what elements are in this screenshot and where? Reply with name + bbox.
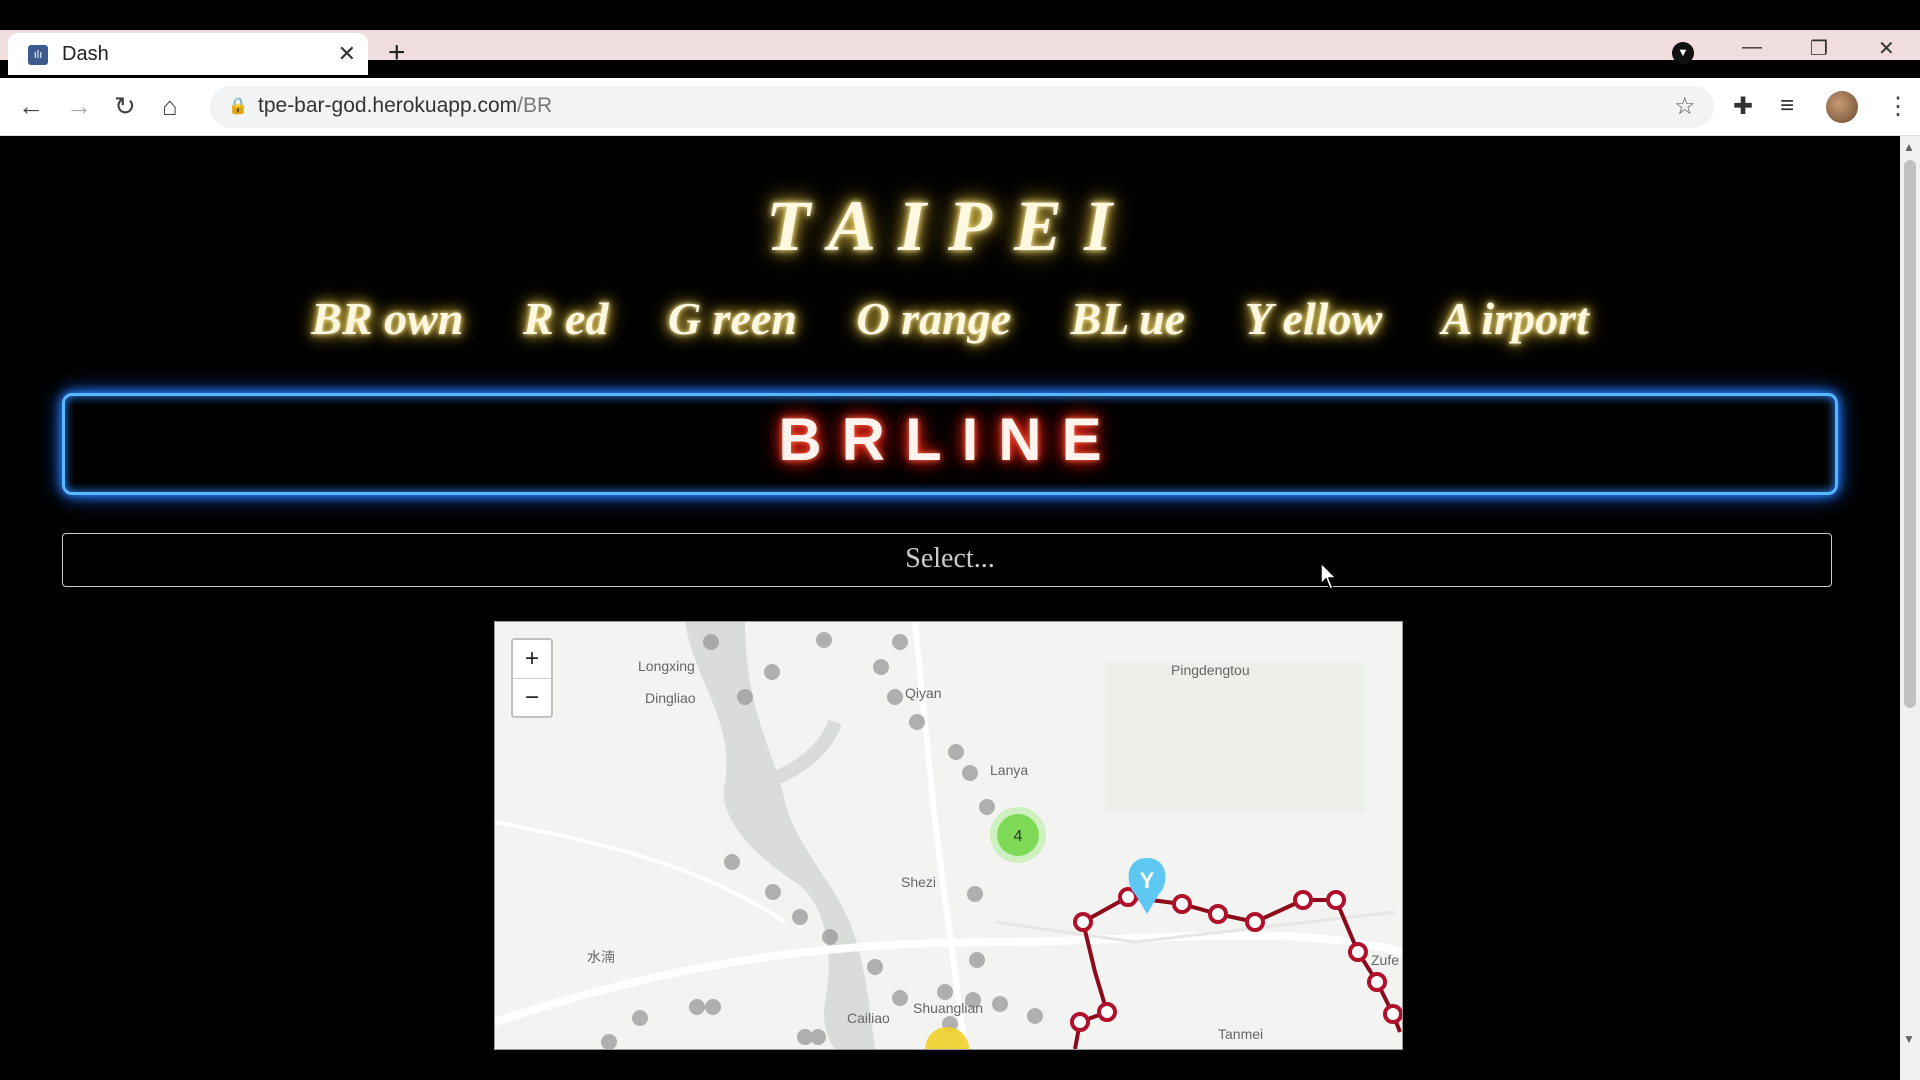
map-label: Longxing [638,658,695,674]
scrollbar-thumb[interactable] [1904,160,1916,708]
line-link-brown[interactable]: BR own [311,293,463,344]
line-nav: BR own R ed G reen O range BL ue Y ellow… [0,292,1900,345]
lock-icon[interactable]: 🔒 [228,96,248,116]
map-label: 水湳 [587,949,615,965]
line-title: BRLINE [778,406,1122,473]
bookmark-star-icon[interactable]: ☆ [1674,92,1696,121]
map-label: Pingdengtou [1171,662,1250,678]
back-icon[interactable]: ← [18,92,44,120]
zoom-out-button[interactable]: − [513,679,551,717]
line-link-airport[interactable]: A irport [1442,293,1589,344]
dash-favicon-icon: ılı [28,45,48,65]
map[interactable]: 4 Y Longxing Dingliao Qiyan Pingdengtou … [494,621,1403,1050]
map-label: Zufe [1371,952,1400,968]
reload-icon[interactable]: ↻ [114,92,136,120]
page-title: TAIPEI [765,186,1135,266]
select-placeholder[interactable]: Select... [0,543,1900,575]
browser-menu-icon[interactable]: ⋮ [1886,92,1910,121]
map-label: Dingliao [645,690,696,706]
media-control-icon[interactable]: ≡ [1780,92,1794,120]
map-label: Shuanglian [913,1000,984,1016]
extensions-icon[interactable]: ✚ [1733,92,1753,121]
scroll-down-icon[interactable]: ▼ [1903,1032,1915,1046]
line-link-orange[interactable]: O range [857,293,1012,344]
brown-line-stations[interactable] [1070,887,1402,1032]
line-link-blue[interactable]: BL ue [1071,293,1186,344]
restore-icon[interactable]: ❐ [1810,36,1828,61]
road [495,820,787,924]
line-link-green[interactable]: G reen [668,293,797,344]
close-tab-icon[interactable]: ✕ [338,41,356,67]
river [685,622,875,1049]
profile-avatar[interactable] [1826,91,1858,123]
home-icon[interactable]: ⌂ [162,92,178,120]
cluster-count: 4 [1014,828,1023,845]
map-canvas[interactable]: 4 Y [495,622,1402,1049]
forward-icon[interactable]: → [66,92,92,120]
map-label: Cailiao [847,1010,890,1026]
line-link-red[interactable]: R ed [523,293,609,344]
map-label: Tanmei [1218,1026,1264,1042]
park-area [1105,662,1365,812]
close-window-icon[interactable]: ✕ [1878,36,1895,61]
minimize-icon[interactable]: — [1742,36,1762,59]
map-label: Shezi [901,874,937,890]
bar-glass-icon: Y [1140,868,1155,893]
map-label: Lanya [990,762,1029,778]
tab-title: Dash [62,43,109,65]
url-text[interactable]: tpe-bar-god.herokuapp.com/BR [258,94,552,118]
mouse-cursor-icon [1320,562,1338,590]
browser-tab[interactable]: ılı Dash ✕ [8,33,368,75]
new-tab-button[interactable]: + [388,38,406,68]
zoom-control: + − [511,638,553,718]
zoom-in-button[interactable]: + [513,640,551,679]
line-link-yellow[interactable]: Y ellow [1245,293,1383,344]
scroll-up-icon[interactable]: ▲ [1903,140,1915,154]
tab-search-icon[interactable]: ▼ [1672,42,1694,64]
map-label: Qiyan [905,685,942,701]
river-branch [762,719,842,789]
